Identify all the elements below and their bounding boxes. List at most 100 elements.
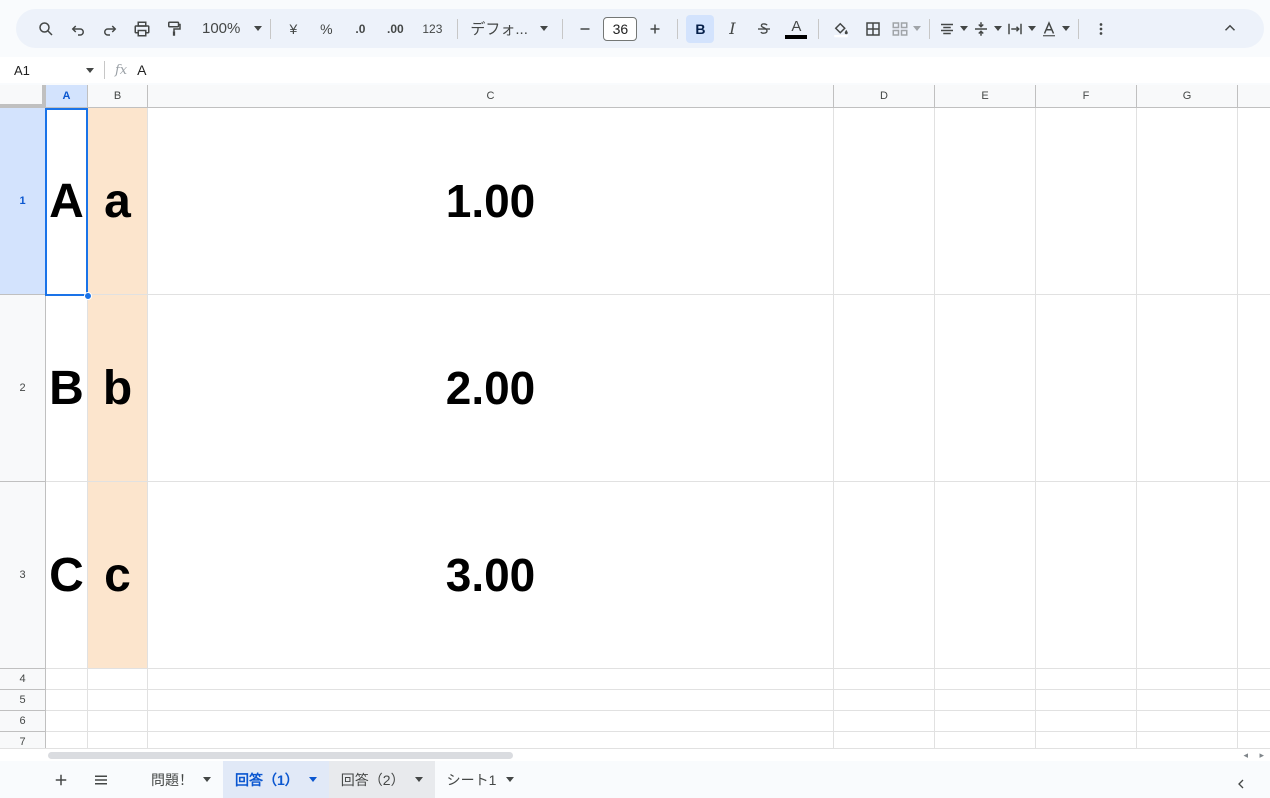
cell-b7[interactable] [88,732,148,748]
column-header[interactable] [1238,85,1270,108]
row-header-3[interactable]: 3 [0,482,46,669]
cell-f2[interactable] [1036,295,1137,482]
redo-icon[interactable] [96,15,124,43]
cell-e3[interactable] [935,482,1036,669]
more-formats-button[interactable]: 123 [415,15,449,43]
sheet-menu-caret-icon[interactable] [414,777,423,782]
cell-c5[interactable] [148,690,834,711]
cell-a5[interactable] [46,690,88,711]
horizontal-scrollbar[interactable]: ◂ ▸ [0,748,1270,761]
scroll-left-icon[interactable]: ◂ [1243,750,1248,761]
cell-a6[interactable] [46,711,88,732]
cell-b5[interactable] [88,690,148,711]
cell-d6[interactable] [834,711,935,732]
fill-handle[interactable] [84,292,92,300]
increase-decimal-button[interactable]: .00 [379,15,411,43]
cell-f1[interactable] [1036,108,1137,295]
borders-icon[interactable] [859,15,887,43]
cell-c3[interactable]: 3.00 [148,482,834,669]
cell-g2[interactable] [1137,295,1238,482]
name-box[interactable]: A1 [0,57,100,83]
horizontal-align-icon[interactable] [938,15,969,43]
add-sheet-icon[interactable] [46,765,76,795]
print-icon[interactable] [128,15,156,43]
cell-e5[interactable] [935,690,1036,711]
cell-e7[interactable] [935,732,1036,748]
cell-g1[interactable] [1137,108,1238,295]
italic-button[interactable]: I [718,15,746,43]
cell-f4[interactable] [1036,669,1137,690]
cell-g3[interactable] [1137,482,1238,669]
cell-d4[interactable] [834,669,935,690]
sheet-menu-caret-icon[interactable] [506,777,515,782]
cell-c1[interactable]: 1.00 [148,108,834,295]
cell-b3[interactable]: c [88,482,148,669]
cell-g6[interactable] [1137,711,1238,732]
search-menus-icon[interactable] [32,15,60,43]
strikethrough-icon[interactable] [750,15,778,43]
cell-g4[interactable] [1137,669,1238,690]
cell-e2[interactable] [935,295,1036,482]
cell[interactable] [1238,690,1270,711]
cell[interactable] [1238,482,1270,669]
cell-a7[interactable] [46,732,88,748]
column-header-d[interactable]: D [834,85,935,108]
scroll-right-icon[interactable]: ▸ [1259,750,1264,761]
paint-format-icon[interactable] [160,15,188,43]
column-header-a[interactable]: A [46,85,88,108]
scrollbar-thumb[interactable] [48,752,513,759]
column-header-f[interactable]: F [1036,85,1137,108]
cell-g7[interactable] [1137,732,1238,748]
increase-font-size-button[interactable] [641,15,669,43]
sheet-tab-1[interactable]: 回答（1） [223,761,329,798]
column-header-b[interactable]: B [88,85,148,108]
sheet-menu-caret-icon[interactable] [203,777,211,782]
more-options-icon[interactable] [1087,15,1115,43]
row-header-4[interactable]: 4 [0,669,46,690]
cell-c7[interactable] [148,732,834,748]
cell-e4[interactable] [935,669,1036,690]
currency-format-button[interactable]: ¥ [279,15,307,43]
cell-c4[interactable] [148,669,834,690]
text-wrapping-icon[interactable] [1006,15,1037,43]
sheet-nav-left-icon[interactable] [1226,769,1256,798]
all-sheets-icon[interactable] [86,765,116,795]
fill-color-icon[interactable] [827,15,855,43]
cell-b4[interactable] [88,669,148,690]
cell-b2[interactable]: b [88,295,148,482]
text-color-button[interactable]: A [782,15,810,43]
row-header-6[interactable]: 6 [0,711,46,732]
row-header-1[interactable]: 1 [0,108,46,295]
cell-a2[interactable]: B [46,295,88,482]
percent-format-button[interactable]: % [311,15,341,43]
cell-d2[interactable] [834,295,935,482]
cell-d3[interactable] [834,482,935,669]
sheet-menu-caret-icon[interactable] [308,777,317,782]
cell-e6[interactable] [935,711,1036,732]
cell-f7[interactable] [1036,732,1137,748]
cell-d1[interactable] [834,108,935,295]
cell-g5[interactable] [1137,690,1238,711]
cell-f5[interactable] [1036,690,1137,711]
cell-a3[interactable]: C [46,482,88,669]
cell-f6[interactable] [1036,711,1137,732]
formula-input[interactable]: A [137,62,146,78]
vertical-align-icon[interactable] [972,15,1003,43]
sheet-tab-0[interactable]: 問題！ [139,761,223,798]
zoom-select[interactable]: 100% [198,15,263,43]
cell-c6[interactable] [148,711,834,732]
cell-b6[interactable] [88,711,148,732]
sheet-tab-2[interactable]: 回答（2） [328,761,435,798]
decrease-decimal-button[interactable]: .0 [345,15,375,43]
column-header-e[interactable]: E [935,85,1036,108]
collapse-toolbar-icon[interactable] [1216,14,1244,42]
column-header-g[interactable]: G [1137,85,1238,108]
sheet-tab-3[interactable]: シート1 [435,761,527,798]
cell[interactable] [1238,669,1270,690]
cell[interactable] [1238,108,1270,295]
bold-button[interactable]: B [686,14,715,43]
cell[interactable] [1238,732,1270,748]
font-select[interactable]: デフォ... [466,15,554,43]
cell-b1[interactable]: a [88,108,148,295]
cell-a1[interactable]: A [46,108,88,295]
